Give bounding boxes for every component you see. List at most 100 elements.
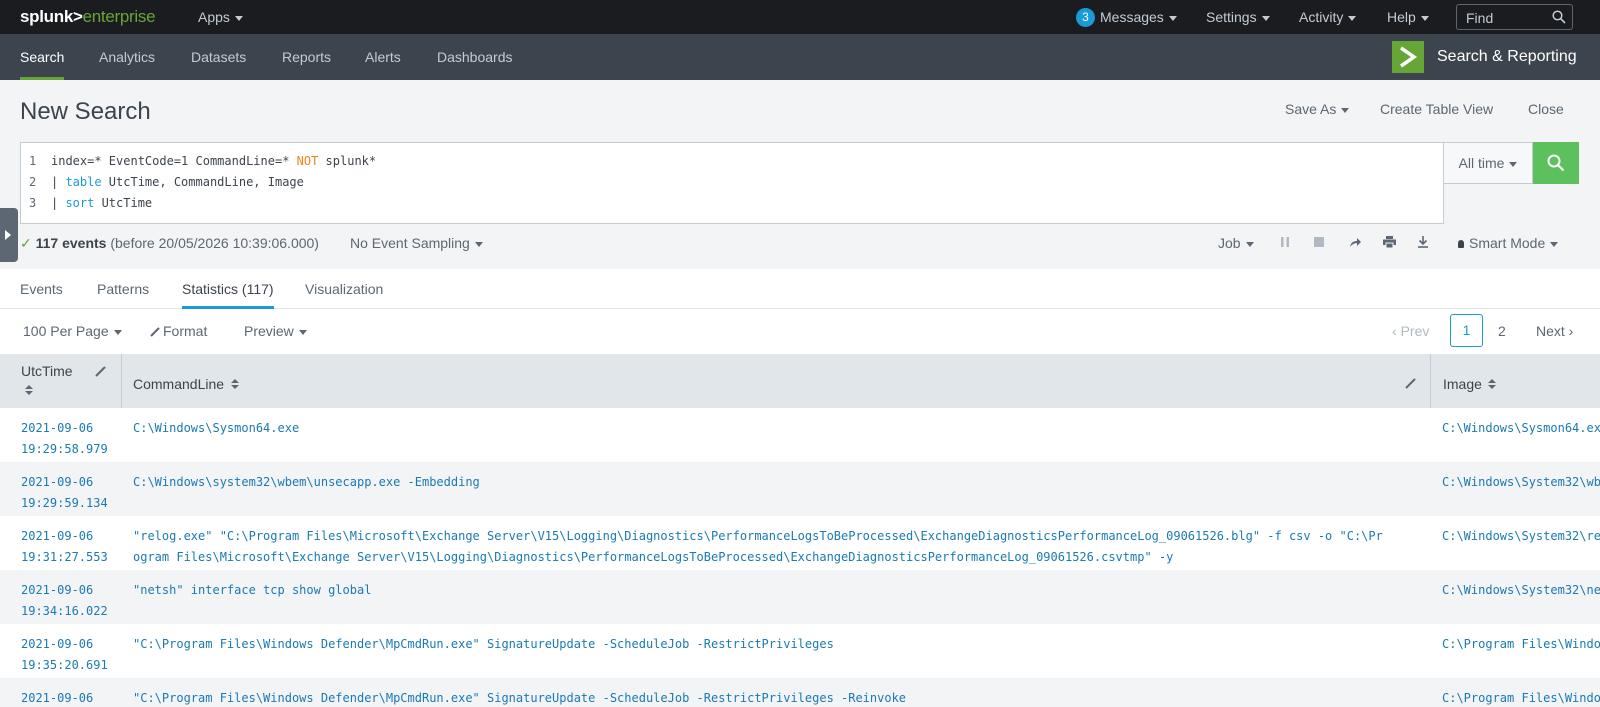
page-button-2[interactable]: 2 <box>1498 323 1506 339</box>
create-table-view-button[interactable]: Create Table View <box>1380 101 1493 117</box>
pencil-icon <box>150 327 160 338</box>
splunk-logo[interactable]: splunk>enterprise <box>20 7 156 27</box>
line-number: 2 <box>29 175 37 189</box>
tab-reports[interactable]: Reports <box>282 34 331 80</box>
sort-icon[interactable] <box>231 379 239 389</box>
column-title: CommandLine <box>133 376 225 392</box>
chevron-down-icon <box>474 241 483 247</box>
tab-alerts[interactable]: Alerts <box>365 34 401 80</box>
tab-search[interactable]: Search <box>20 34 65 80</box>
tab-events[interactable]: Events <box>20 269 63 309</box>
column-title: UtcTime <box>21 363 73 379</box>
pencil-icon[interactable] <box>95 366 106 377</box>
chevron-down-icon <box>1420 15 1429 21</box>
query-text: UtcTime <box>94 196 153 210</box>
next-label: Next <box>1536 323 1565 339</box>
cell-image[interactable]: C:\Windows\System32\relog.exe <box>1442 526 1600 547</box>
print-icon[interactable] <box>1383 236 1396 248</box>
share-icon[interactable] <box>1349 236 1362 248</box>
job-menu[interactable]: Job <box>1218 235 1254 251</box>
activity-menu-label: Activity <box>1299 9 1344 25</box>
find-placeholder: Find <box>1466 10 1494 26</box>
tab-datasets[interactable]: Datasets <box>191 34 246 80</box>
table-row: 2021-09-06 19:35:20.691 "C:\Program File… <box>0 624 1600 678</box>
query-text: index=* EventCode=1 CommandLine=* <box>51 154 297 168</box>
tab-statistics[interactable]: Statistics (117) <box>182 269 274 309</box>
messages-count-badge: 3 <box>1076 7 1095 27</box>
line-number: 3 <box>29 196 37 210</box>
search-mode-label: Smart Mode <box>1469 235 1546 251</box>
save-as-button[interactable]: Save As <box>1285 101 1350 117</box>
per-page-dropdown[interactable]: 100 Per Page <box>23 323 122 339</box>
column-header-utctime[interactable]: UtcTime <box>21 354 119 408</box>
next-page-button[interactable]: Next › <box>1536 323 1573 339</box>
cell-utctime[interactable]: 2021-09-06 19:29:59.134 <box>21 472 116 514</box>
cell-image[interactable]: C:\Windows\System32\wbem\unsecapp.exe <box>1442 472 1600 493</box>
cell-utctime[interactable]: 2021-09-06 19:29:58.979 <box>21 418 116 460</box>
table-row: 2021-09-06 19:35:21.104 "C:\Program File… <box>0 678 1600 707</box>
app-navigation-bar: Search Analytics Datasets Reports Alerts… <box>0 34 1600 80</box>
export-icon[interactable] <box>1417 236 1429 248</box>
time-range-picker[interactable]: All time <box>1444 142 1533 184</box>
search-submit-button[interactable] <box>1533 142 1579 184</box>
apps-menu[interactable]: Apps <box>198 0 243 34</box>
results-tabs: Events Patterns Statistics (117) Visuali… <box>0 269 1600 309</box>
column-header-image[interactable]: Image <box>1443 354 1600 408</box>
cell-commandline[interactable]: C:\Windows\system32\wbem\unsecapp.exe -E… <box>133 472 1383 493</box>
cell-image[interactable]: C:\Program Files\Windows Defender\MpCmdR… <box>1442 634 1600 655</box>
format-button[interactable]: Format <box>150 323 207 339</box>
tab-patterns[interactable]: Patterns <box>97 269 149 309</box>
cell-utctime[interactable]: 2021-09-06 19:34:16.022 <box>21 580 116 622</box>
cell-commandline[interactable]: "relog.exe" "C:\Program Files\Microsoft\… <box>133 526 1383 568</box>
table-controls: 100 Per Page Format Preview ‹ Prev 1 2 N… <box>0 309 1600 354</box>
column-header-commandline[interactable]: CommandLine <box>133 354 1416 408</box>
cell-image[interactable]: C:\Windows\System32\netsh.exe <box>1442 580 1600 601</box>
page-button-current[interactable]: 1 <box>1450 314 1483 347</box>
search-icon <box>1552 10 1566 24</box>
chevron-right-icon: › <box>1564 323 1574 339</box>
event-sampling-dropdown[interactable]: No Event Sampling <box>350 235 483 251</box>
pencil-icon[interactable] <box>1405 378 1416 389</box>
find-input[interactable]: Find <box>1456 4 1573 30</box>
help-menu[interactable]: Help <box>1387 0 1429 34</box>
chevron-down-icon <box>234 15 243 21</box>
tab-visualization[interactable]: Visualization <box>305 269 383 309</box>
messages-menu[interactable]: 3 Messages <box>1076 0 1177 34</box>
cell-utctime[interactable]: 2021-09-06 19:35:21.104 <box>21 688 116 707</box>
cell-commandline[interactable]: "C:\Program Files\Windows Defender\MpCmd… <box>133 688 1383 707</box>
cell-utctime[interactable]: 2021-09-06 19:35:20.691 <box>21 634 116 676</box>
search-mode-dropdown[interactable]: Smart Mode <box>1458 235 1559 251</box>
prev-page-button[interactable]: ‹ Prev <box>1392 323 1429 339</box>
page-title: New Search <box>20 98 151 125</box>
cell-utctime[interactable]: 2021-09-06 19:31:27.553 <box>21 526 116 568</box>
search-query-editor[interactable]: 1 index=* EventCode=1 CommandLine=* NOT s… <box>20 142 1444 224</box>
chevron-down-icon <box>1168 15 1177 21</box>
cell-image[interactable]: C:\Program Files\Windows Defender\MpCmdR… <box>1442 688 1600 707</box>
cell-commandline[interactable]: C:\Windows\Sysmon64.exe <box>133 418 1383 439</box>
cell-commandline[interactable]: "netsh" interface tcp show global <box>133 580 1383 601</box>
chevron-down-icon <box>1245 241 1254 247</box>
app-title[interactable]: Search & Reporting <box>1437 34 1577 80</box>
sort-icon[interactable] <box>1488 379 1496 389</box>
pause-icon[interactable] <box>1280 236 1290 248</box>
cell-commandline[interactable]: "C:\Program Files\Windows Defender\MpCmd… <box>133 634 1383 655</box>
sidebar-toggle-handle[interactable] <box>0 208 18 262</box>
cell-image[interactable]: C:\Windows\Sysmon64.exe <box>1442 418 1600 439</box>
lightbulb-icon <box>1458 240 1464 249</box>
time-range-label: All time <box>1458 155 1505 171</box>
query-text: | <box>51 175 66 189</box>
sort-icon[interactable] <box>25 385 33 395</box>
close-button[interactable]: Close <box>1528 101 1564 117</box>
logo-main-text: splunk> <box>20 7 83 26</box>
app-logo-icon[interactable] <box>1392 41 1424 73</box>
chevron-down-icon <box>1261 15 1270 21</box>
tab-analytics[interactable]: Analytics <box>99 34 155 80</box>
preview-dropdown[interactable]: Preview <box>244 323 307 339</box>
tab-dashboards[interactable]: Dashboards <box>437 34 513 80</box>
check-icon: ✓ <box>20 235 32 251</box>
stop-icon[interactable] <box>1313 236 1325 248</box>
event-sampling-label: No Event Sampling <box>350 235 470 251</box>
settings-menu[interactable]: Settings <box>1206 0 1270 34</box>
chevron-down-icon <box>298 329 307 335</box>
activity-menu[interactable]: Activity <box>1299 0 1357 34</box>
